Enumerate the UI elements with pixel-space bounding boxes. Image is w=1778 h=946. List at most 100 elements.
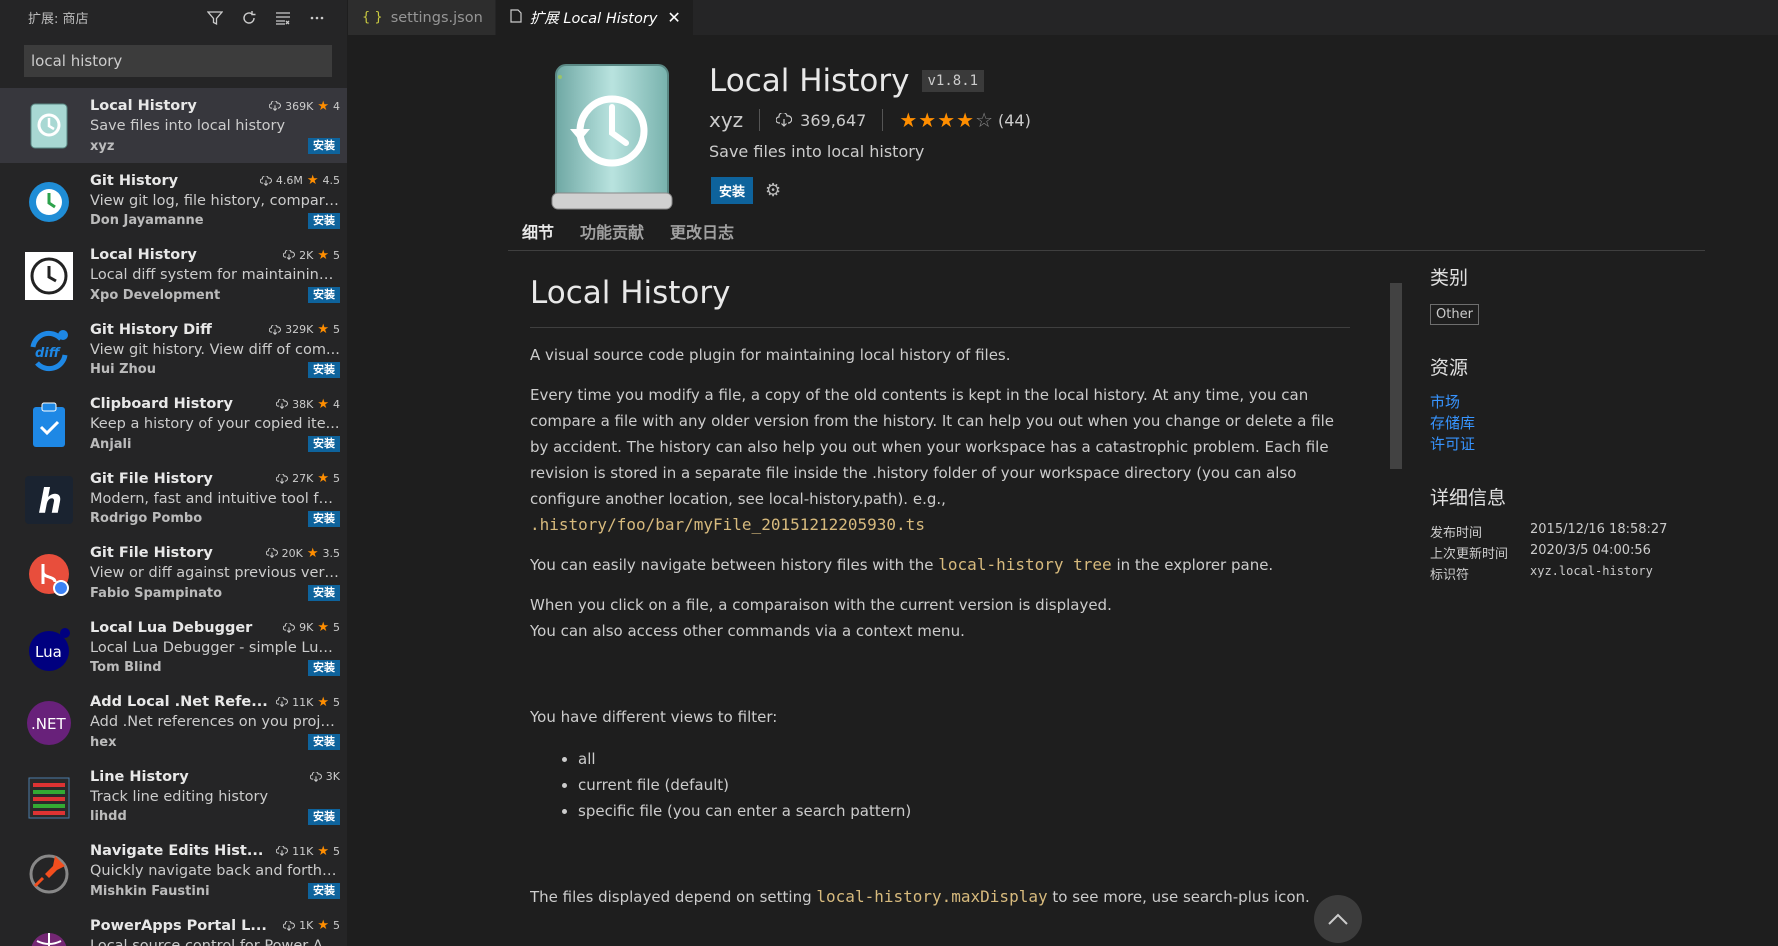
drive-history-icon (22, 100, 76, 154)
extension-search-box[interactable] (24, 45, 332, 77)
json-icon: { } (362, 10, 383, 25)
extension-header-row: Local Lua Debugger 9K ★ 5 (90, 618, 340, 638)
rating-value: 4 (333, 397, 340, 411)
install-button[interactable]: 安装 (308, 883, 340, 899)
install-button[interactable]: 安装 (711, 177, 754, 204)
filter-icon[interactable] (205, 8, 225, 28)
extension-list-item[interactable]: Navigate Edits Hist... 11K ★ 5 Quickly na… (0, 833, 347, 908)
star-icon: ★ (317, 396, 329, 412)
extension-list-item[interactable]: Clipboard History 38K ★ 4 Keep a history … (0, 386, 347, 461)
extension-list-item[interactable]: PowerApps Portal L... 1K ★ 5 Local source… (0, 908, 347, 946)
extension-list-item[interactable]: .NET Add Local .Net Refe... 11K ★ 5 Add .… (0, 684, 347, 759)
readme-paragraph: Every time you modify a file, a copy of … (530, 382, 1350, 538)
refresh-icon[interactable] (239, 8, 259, 28)
extension-info: Git History 4.6M ★ 4.5 View git log, file… (90, 171, 340, 238)
extension-name: Local History (709, 63, 910, 99)
star-icon: ★ (317, 98, 329, 114)
extension-description: Modern, fast and intuitive tool for... (90, 490, 340, 507)
svg-text:diff: diff (35, 346, 61, 361)
extension-name: Local History (90, 247, 197, 263)
publisher-link[interactable]: xyz (709, 108, 743, 132)
repository-link[interactable]: 存储库 (1430, 413, 1750, 434)
rating-value: 5 (333, 919, 340, 932)
resources-heading: 资源 (1430, 357, 1469, 379)
install-button[interactable]: 安装 (308, 212, 340, 229)
tab-settings-json[interactable]: { } settings.json (348, 0, 496, 35)
extension-info: Local History 369K ★ 4 Save files into lo… (90, 96, 340, 163)
scroll-to-top-button[interactable] (1314, 895, 1362, 943)
extension-list-item[interactable]: Local History 369K ★ 4 Save files into lo… (0, 88, 347, 163)
tab-extension-local-history[interactable]: 扩展 Local History ✕ (495, 0, 694, 35)
readme-paragraph: A visual source code plugin for maintain… (530, 346, 1011, 364)
sidebar-header: 扩展: 商店 (0, 0, 347, 35)
extension-name: Git History (90, 172, 179, 189)
install-button[interactable]: 安装 (308, 361, 340, 378)
extension-list-item[interactable]: Git History 4.6M ★ 4.5 View git log, file… (0, 163, 347, 238)
extension-list-item[interactable]: h Git File History 27K ★ 5 Modern, fast a… (0, 461, 347, 536)
detail-key: 发布时间 (1430, 526, 1483, 541)
cloud-download-icon (276, 697, 289, 707)
star-icon: ★ (306, 545, 319, 561)
clock-history-icon (22, 249, 76, 303)
extension-name: Navigate Edits Hist... (90, 843, 264, 859)
category-tag[interactable]: Other (1430, 304, 1479, 325)
extension-description: View or diff against previous versi... (90, 565, 340, 581)
extension-publisher: Hui Zhou (90, 362, 156, 377)
install-button[interactable]: 安装 (308, 510, 340, 527)
download-count: 2K (299, 248, 314, 262)
more-actions-icon[interactable] (307, 8, 327, 28)
extension-publisher: Tom Blind (90, 660, 162, 675)
detail-value: 2015/12/16 18:58:27 (1530, 522, 1668, 537)
details-grid: 发布时间 2015/12/16 18:58:27 上次更新时间 2020/3/5… (1430, 522, 1750, 583)
extension-list-item[interactable]: Lua Local Lua Debugger 9K ★ 5 Local Lua D… (0, 610, 347, 685)
search-input[interactable] (31, 52, 325, 70)
extension-list-item[interactable]: diff Git History Diff 329K ★ 5 View git h… (0, 312, 347, 387)
scrollbar-thumb[interactable] (1390, 283, 1402, 469)
star-icon: ★ (317, 620, 329, 635)
download-count: 27K (292, 472, 314, 485)
rating-value: 5 (333, 844, 340, 858)
extension-name: Line History (90, 768, 189, 785)
install-button[interactable]: 安装 (308, 659, 340, 676)
drive-history-icon (548, 61, 676, 213)
close-icon[interactable]: ✕ (667, 8, 680, 27)
readme-paragraph: You can easily navigate between history … (530, 552, 1350, 578)
extension-list-item[interactable]: Line History 3K Track line editing histo… (0, 759, 347, 834)
list-item: current file (default) (578, 772, 1350, 798)
install-button[interactable]: 安装 (308, 436, 340, 452)
h-logo-icon: h (22, 473, 76, 527)
extension-name: Git History Diff (90, 321, 212, 338)
code-snippet: local-history.maxDisplay (816, 887, 1048, 906)
list-item: specific file (you can enter a search pa… (578, 798, 1350, 824)
star-icon: ★ (317, 694, 329, 710)
filter-list: all current file (default) specific file… (578, 746, 1350, 824)
extension-footer-row: Mishkin Faustini 安装 (90, 882, 340, 900)
clear-list-icon[interactable] (273, 8, 293, 28)
install-button[interactable]: 安装 (308, 138, 340, 154)
install-button[interactable]: 安装 (308, 585, 340, 601)
version-badge: v1.8.1 (921, 70, 985, 92)
extension-description: Save files into local history (709, 142, 925, 161)
extension-header-row: Local History 369K ★ 4 (90, 96, 340, 116)
rating-value: 4 (333, 99, 340, 113)
header-actions: 安装 ⚙ (711, 177, 781, 204)
extension-publisher: Mishkin Faustini (90, 883, 210, 899)
install-button[interactable]: 安装 (308, 808, 340, 825)
install-button[interactable]: 安装 (308, 287, 340, 303)
install-button[interactable]: 安装 (308, 734, 340, 750)
dotnet-icon: .NET (22, 696, 76, 750)
extension-list-item[interactable]: Local History 2K ★ 5 Local diff system fo… (0, 237, 347, 312)
license-link[interactable]: 许可证 (1430, 434, 1750, 455)
extension-description: Track line editing history (90, 788, 269, 805)
cloud-download-icon (269, 101, 282, 111)
gear-icon[interactable]: ⚙ (765, 180, 781, 201)
extension-list-item[interactable]: Git File History 20K ★ 3.5 View or diff a… (0, 535, 347, 610)
extension-publisher: Xpo Development (90, 287, 221, 303)
detail-key: 标识符 (1430, 568, 1470, 583)
marketplace-link[interactable]: 市场 (1430, 392, 1750, 413)
rating-stars[interactable]: ★★★★☆ (899, 108, 994, 132)
extension-footer-row: Rodrigo Pombo 安装 (90, 510, 340, 528)
tab-label: settings.json (390, 9, 483, 26)
